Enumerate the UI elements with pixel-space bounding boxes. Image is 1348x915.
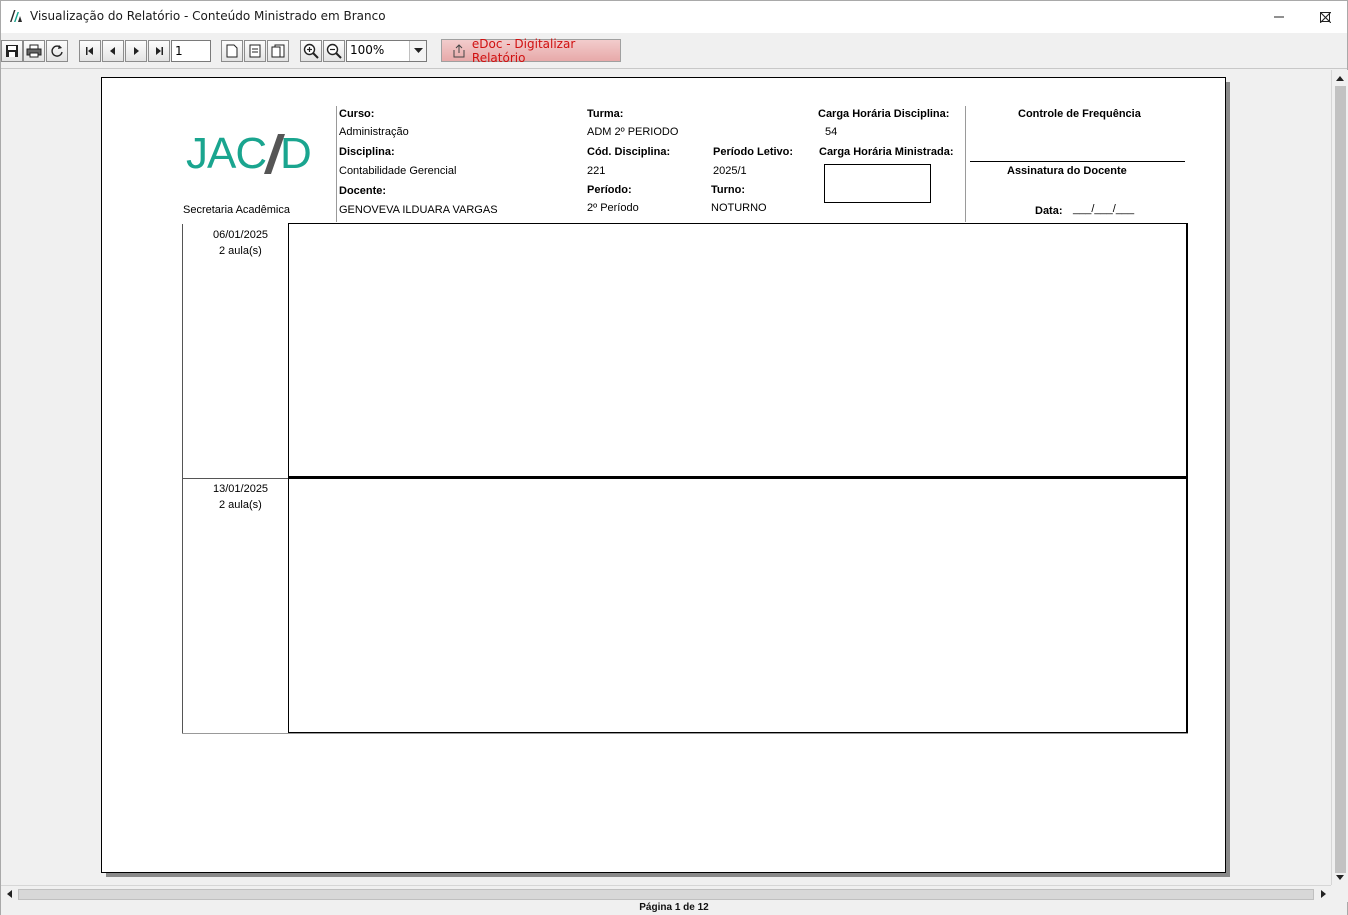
save-button[interactable] [1, 40, 23, 62]
carga-ministrada-label: Carga Horária Ministrada: [819, 146, 954, 158]
signature-line [970, 161, 1185, 162]
periodo-value: 2º Período [587, 202, 639, 214]
window-title: Visualização do Relatório - Conteúdo Min… [30, 9, 386, 23]
first-page-button[interactable] [79, 40, 101, 62]
controle-frequencia-label: Controle de Frequência [1018, 108, 1141, 120]
carga-ministrada-box [824, 164, 931, 203]
vertical-scrollbar[interactable] [1331, 70, 1348, 885]
entry-date: 13/01/2025 [213, 483, 269, 495]
minimize-icon [1274, 16, 1284, 18]
page-info: Página 1 de 12 [639, 902, 709, 913]
last-page-button[interactable] [148, 40, 170, 62]
periodo-letivo-value: 2025/1 [713, 165, 747, 177]
zoom-select[interactable]: 100% [346, 40, 427, 62]
scroll-left-icon[interactable] [1, 886, 17, 902]
print-button[interactable] [23, 40, 45, 62]
docente-label: Docente: [339, 185, 387, 197]
scroll-down-icon[interactable] [1332, 869, 1348, 885]
refresh-button[interactable] [46, 40, 68, 62]
vertical-scroll-thumb[interactable] [1335, 86, 1346, 873]
zoom-in-icon [303, 43, 319, 59]
entry-content-box [288, 478, 1188, 734]
disciplina-label: Disciplina: [339, 146, 395, 158]
page-icon [226, 44, 238, 58]
zoom-out-icon [326, 43, 342, 59]
disciplina-value: Contabilidade Gerencial [339, 165, 457, 177]
zoom-out-button[interactable] [323, 40, 345, 62]
report-viewer-window: Visualização do Relatório - Conteúdo Min… [0, 0, 1348, 915]
entry-aulas: 2 aula(s) [219, 245, 262, 257]
save-icon [6, 45, 18, 57]
zoom-value: 100% [350, 43, 385, 57]
title-bar: Visualização do Relatório - Conteúdo Min… [1, 1, 1347, 33]
single-page-button[interactable] [221, 40, 243, 62]
app-logo-icon [10, 10, 22, 22]
edoc-scan-report-button[interactable]: eDoc - Digitalizar Relatório [441, 36, 621, 65]
entry-aulas: 2 aula(s) [219, 499, 262, 511]
jacad-logo: JAC D [186, 130, 312, 176]
turno-label: Turno: [711, 184, 746, 196]
page-width-icon [249, 44, 261, 58]
scroll-up-icon[interactable] [1332, 70, 1348, 86]
minimize-button[interactable] [1256, 1, 1302, 33]
refresh-icon [51, 45, 63, 57]
data-value: ___/___/___ [1073, 203, 1135, 215]
upload-icon [453, 43, 465, 57]
svg-text:D: D [280, 130, 312, 176]
carga-disciplina-label: Carga Horária Disciplina: [818, 108, 950, 120]
scroll-right-icon[interactable] [1315, 886, 1331, 902]
turma-value: ADM 2º PERIODO [587, 126, 679, 138]
close-icon [1319, 11, 1331, 23]
entry-content-box [288, 223, 1188, 478]
docente-value: GENOVEVA ILDUARA VARGAS [339, 204, 498, 216]
printer-icon [26, 44, 42, 58]
cod-disciplina-value: 221 [587, 165, 606, 177]
toolbar: 1 100% eDoc - Digitalizar Relatório [1, 33, 1347, 69]
report-page: JAC D Secretaria Acadêmica Curso: Admini… [101, 77, 1226, 873]
first-page-icon [86, 47, 93, 55]
turma-label: Turma: [587, 108, 624, 120]
curso-label: Curso: [339, 108, 375, 120]
next-icon [134, 47, 139, 55]
report-viewer[interactable]: JAC D Secretaria Acadêmica Curso: Admini… [1, 70, 1331, 885]
last-page-icon [156, 47, 163, 55]
curso-value: Administração [339, 126, 409, 138]
cod-disciplina-label: Cód. Disciplina: [587, 146, 671, 158]
next-page-button[interactable] [125, 40, 147, 62]
assinatura-label: Assinatura do Docente [1007, 165, 1127, 177]
turno-value: NOTURNO [711, 202, 767, 214]
multiple-pages-button[interactable] [267, 40, 289, 62]
page-width-button[interactable] [244, 40, 266, 62]
periodo-label: Período: [587, 184, 632, 196]
previous-page-button[interactable] [102, 40, 124, 62]
horizontal-scrollbar[interactable] [1, 885, 1331, 902]
multi-page-icon [271, 44, 285, 58]
status-bar: Página 1 de 12 [1, 902, 1347, 915]
periodo-letivo-label: Período Letivo: [713, 146, 794, 158]
secretaria-label: Secretaria Acadêmica [183, 204, 290, 216]
zoom-in-button[interactable] [300, 40, 322, 62]
horizontal-scroll-thumb[interactable] [18, 889, 1314, 900]
edoc-label: eDoc - Digitalizar Relatório [471, 36, 576, 65]
data-label: Data: [1035, 205, 1063, 217]
previous-icon [110, 47, 115, 55]
page-number-input[interactable]: 1 [171, 40, 211, 62]
chevron-down-icon[interactable] [409, 41, 426, 61]
carga-disciplina-value: 54 [825, 126, 838, 138]
svg-text:JAC: JAC [186, 130, 266, 176]
close-button[interactable] [1302, 1, 1348, 33]
entry-date: 06/01/2025 [213, 229, 269, 241]
